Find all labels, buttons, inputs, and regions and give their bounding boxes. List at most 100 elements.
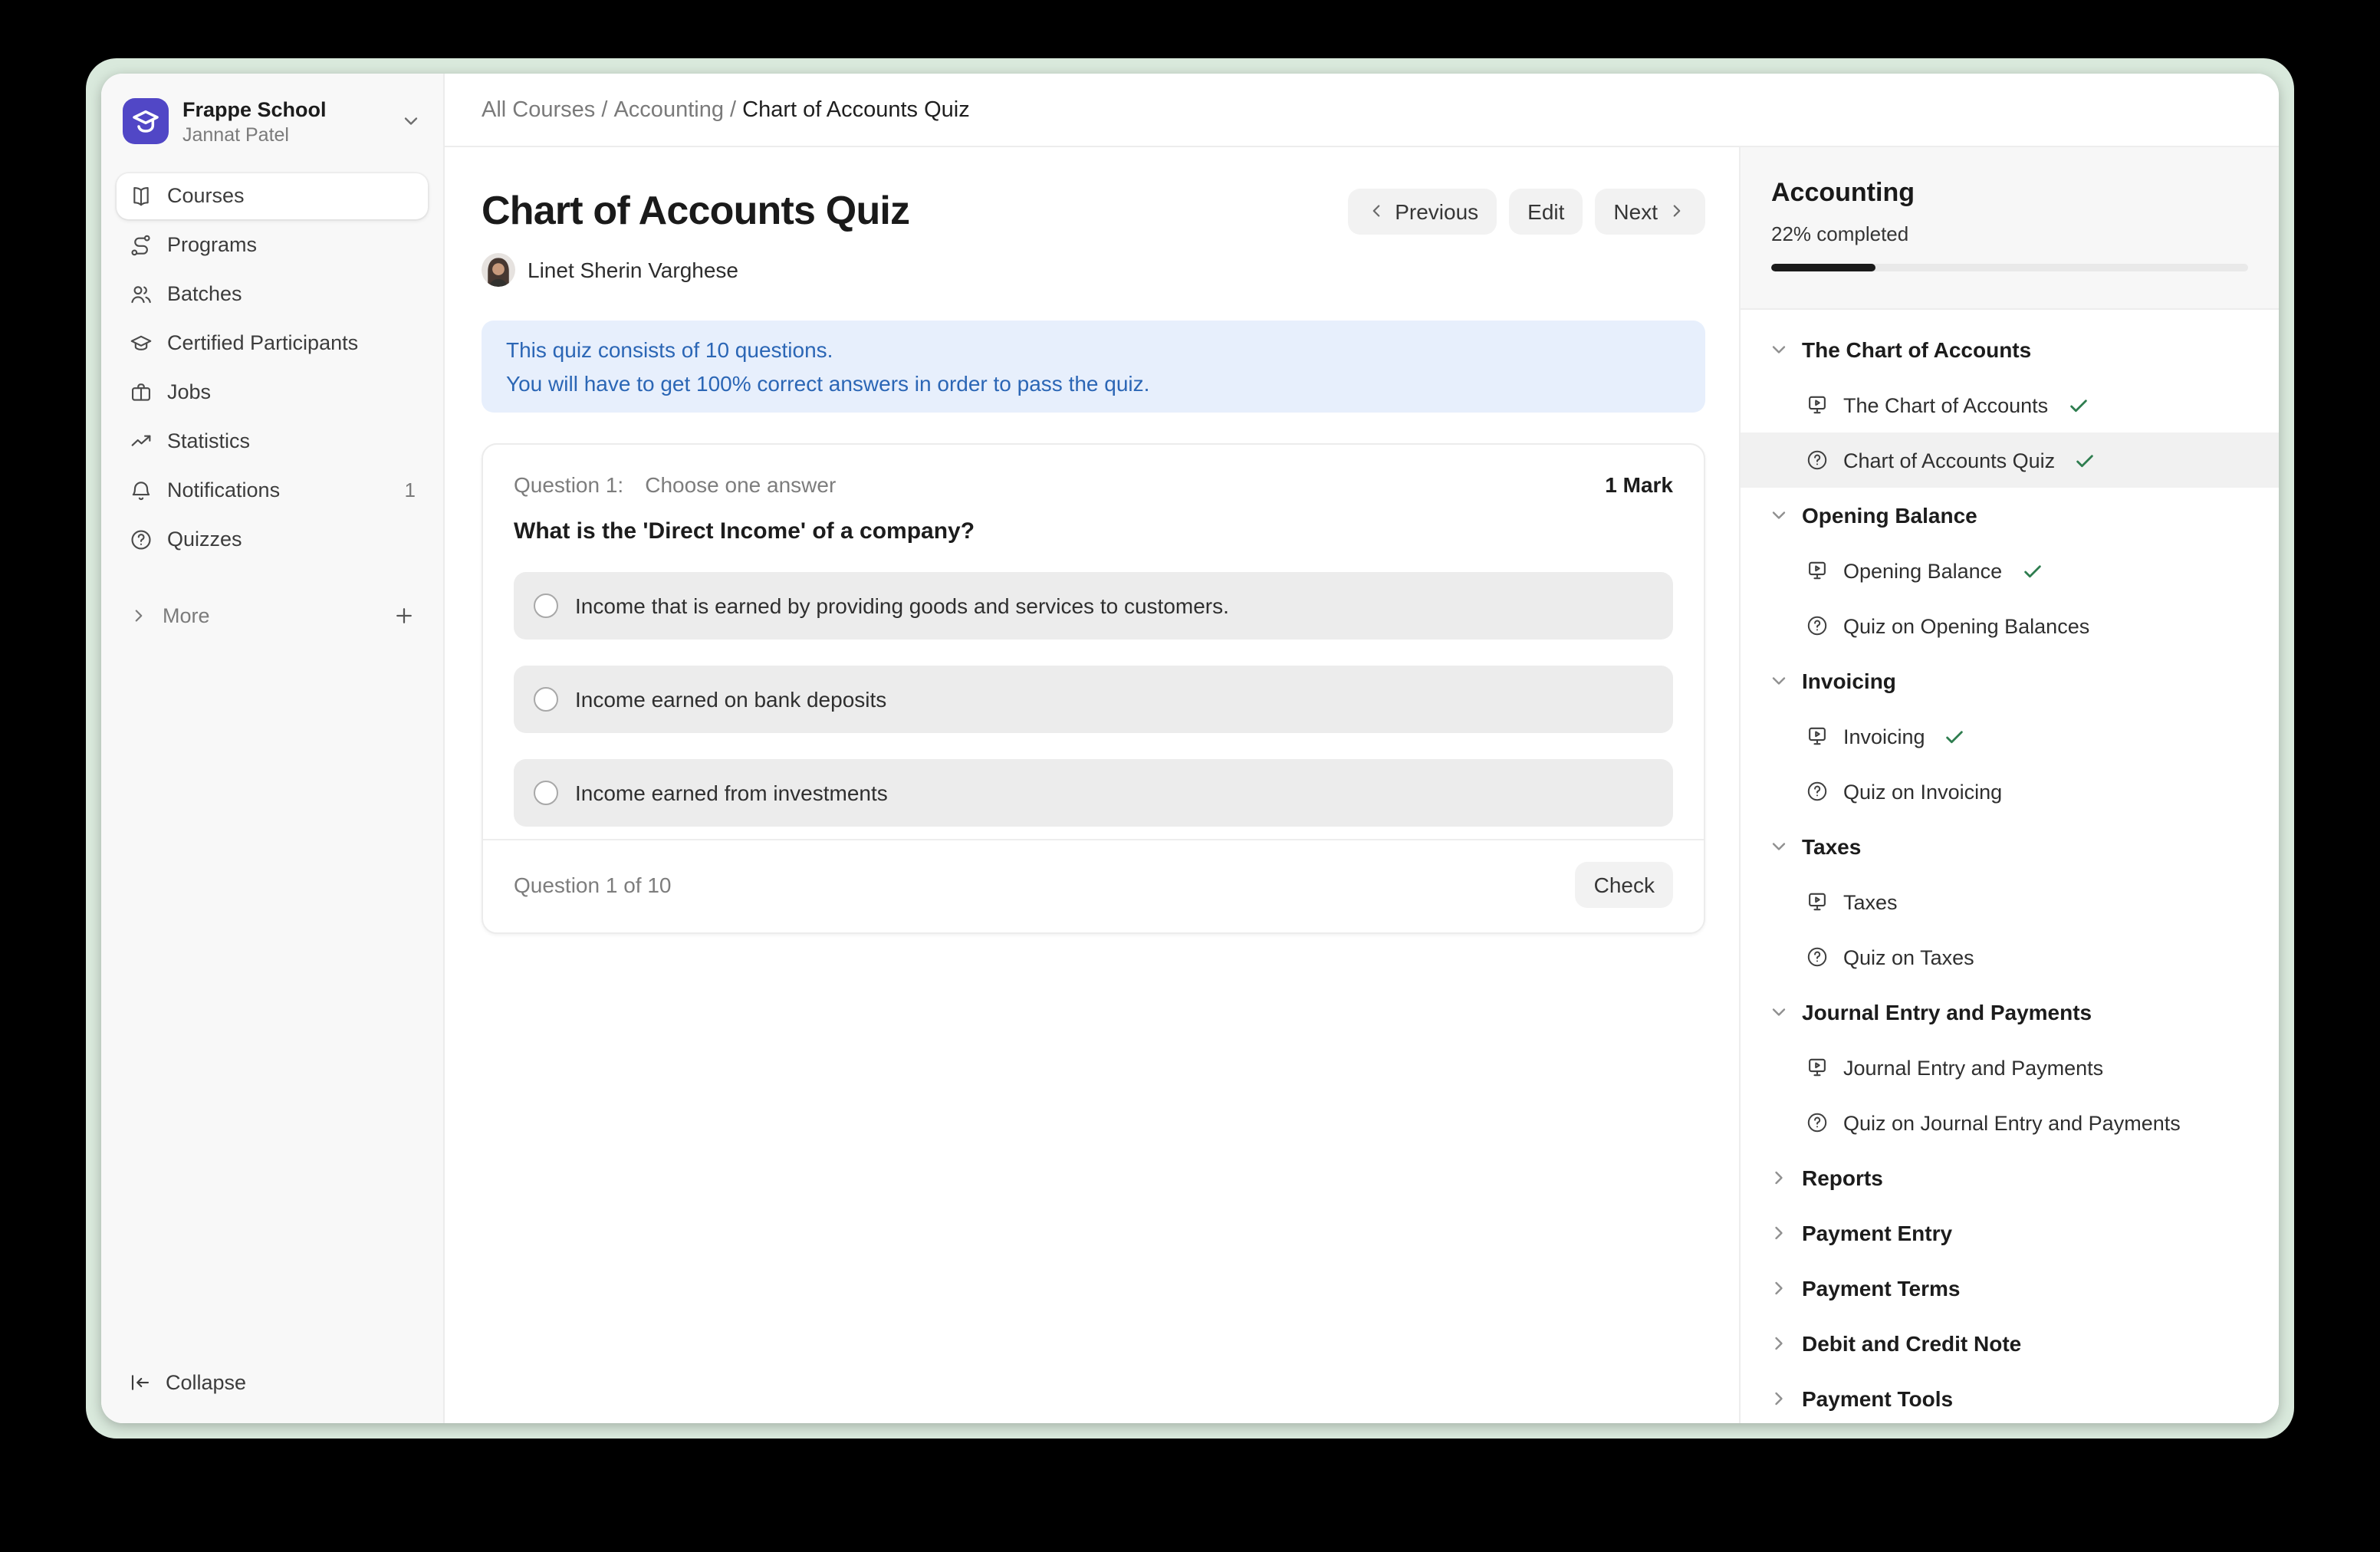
answer-option-label: Income earned on bank deposits: [575, 687, 886, 712]
chevron-right-icon: [1768, 1333, 1790, 1354]
trend-up-icon: [129, 429, 153, 454]
notification-count-badge: 1: [405, 479, 416, 502]
question-marks: 1 Mark: [1605, 472, 1673, 497]
previous-button[interactable]: Previous: [1347, 188, 1497, 234]
sidebar-item-batches[interactable]: Batches: [117, 271, 428, 317]
chevron-down-icon[interactable]: [400, 111, 422, 133]
plus-icon[interactable]: [393, 605, 416, 628]
workspace-user: Jannat Patel: [182, 123, 327, 146]
outline-section-journal-entry-and-payments[interactable]: Journal Entry and Payments: [1741, 985, 2279, 1040]
users-icon: [129, 282, 153, 307]
breadcrumb: All Courses / Accounting / Chart of Acco…: [445, 74, 2279, 147]
sidebar-item-more[interactable]: More: [117, 594, 428, 640]
quiz-circle-icon: [1805, 1110, 1829, 1135]
radio-button[interactable]: [534, 781, 558, 805]
monitor-play-icon: [1805, 1055, 1829, 1080]
course-outline-list: The Chart of Accounts The Chart of Accoun…: [1741, 310, 2279, 1423]
more-label: More: [163, 605, 210, 628]
check-button[interactable]: Check: [1576, 862, 1673, 908]
outline-section-reports[interactable]: Reports: [1741, 1150, 2279, 1205]
collapse-sidebar-button[interactable]: Collapse: [117, 1359, 428, 1405]
chevron-right-icon: [129, 607, 149, 626]
outline-item-quiz-on-opening-balances[interactable]: Quiz on Opening Balances: [1741, 598, 2279, 653]
outline-item-taxes[interactable]: Taxes: [1741, 874, 2279, 929]
chevron-down-icon: [1768, 1001, 1790, 1023]
app-window: Frappe School Jannat Patel Courses Progra…: [101, 74, 2279, 1423]
answer-option-3[interactable]: Income earned from investments: [514, 759, 1673, 827]
answer-option-1[interactable]: Income that is earned by providing goods…: [514, 572, 1673, 640]
outline-item-label: Quiz on Journal Entry and Payments: [1843, 1111, 2181, 1134]
chevron-right-icon: [1667, 201, 1687, 221]
course-progress-fill: [1771, 264, 1876, 271]
breadcrumb-accounting[interactable]: Accounting: [613, 97, 724, 122]
sidebar-item-label: Notifications: [167, 479, 280, 502]
route-icon: [129, 233, 153, 258]
edit-button[interactable]: Edit: [1509, 188, 1583, 234]
breadcrumb-current: Chart of Accounts Quiz: [742, 97, 970, 122]
radio-button[interactable]: [534, 687, 558, 712]
breadcrumb-all-courses[interactable]: All Courses: [482, 97, 595, 122]
quiz-circle-icon: [1805, 945, 1829, 969]
quiz-circle-icon: [1805, 779, 1829, 804]
sidebar-item-label: Statistics: [167, 430, 250, 453]
workspace-title: Frappe School: [182, 98, 327, 122]
answer-option-label: Income earned from investments: [575, 781, 888, 805]
outline-section-title: Journal Entry and Payments: [1802, 1000, 2092, 1024]
outline-item-opening-balance[interactable]: Opening Balance: [1741, 543, 2279, 598]
outline-item-quiz-on-taxes[interactable]: Quiz on Taxes: [1741, 929, 2279, 985]
sidebar-nav: Courses Programs Batches Certified Particip…: [117, 173, 428, 566]
sidebar-item-label: Batches: [167, 283, 242, 306]
outline-item-label: The Chart of Accounts: [1843, 393, 2048, 416]
outline-item-invoicing[interactable]: Invoicing: [1741, 709, 2279, 764]
course-title: Accounting: [1771, 178, 2248, 209]
frappe-school-logo: [123, 99, 169, 145]
radio-button[interactable]: [534, 594, 558, 618]
monitor-play-icon: [1805, 889, 1829, 914]
sidebar-item-label: Programs: [167, 234, 257, 257]
sidebar-item-courses[interactable]: Courses: [117, 173, 428, 219]
sidebar-item-programs[interactable]: Programs: [117, 222, 428, 268]
sidebar-item-label: Courses: [167, 185, 245, 208]
outline-item-label: Quiz on Invoicing: [1843, 780, 2002, 803]
outline-item-label: Journal Entry and Payments: [1843, 1056, 2103, 1079]
chevron-down-icon: [1768, 339, 1790, 360]
chevron-down-icon: [1768, 670, 1790, 692]
main-content: Chart of Accounts Quiz Previous Edit: [445, 147, 1739, 1423]
monitor-play-icon: [1805, 724, 1829, 748]
notice-line: You will have to get 100% correct answer…: [506, 367, 1681, 400]
outline-item-the-chart-of-accounts[interactable]: The Chart of Accounts: [1741, 377, 2279, 432]
outline-item-quiz-on-journal-entry-and-payments[interactable]: Quiz on Journal Entry and Payments: [1741, 1095, 2279, 1150]
outline-section-the-chart-of-accounts[interactable]: The Chart of Accounts: [1741, 322, 2279, 377]
outline-item-journal-entry-and-payments[interactable]: Journal Entry and Payments: [1741, 1040, 2279, 1095]
author-name: Linet Sherin Varghese: [528, 258, 738, 282]
sidebar-item-quizzes[interactable]: Quizzes: [117, 517, 428, 563]
answer-option-2[interactable]: Income earned on bank deposits: [514, 666, 1673, 733]
chevron-right-icon: [1768, 1277, 1790, 1299]
workspace-switcher[interactable]: Frappe School Jannat Patel: [117, 92, 428, 146]
sidebar-item-notifications[interactable]: Notifications 1: [117, 468, 428, 514]
outline-section-invoicing[interactable]: Invoicing: [1741, 653, 2279, 709]
outline-section-payment-entry[interactable]: Payment Entry: [1741, 1205, 2279, 1261]
outline-item-chart-of-accounts-quiz[interactable]: Chart of Accounts Quiz: [1741, 432, 2279, 488]
outline-item-quiz-on-invoicing[interactable]: Quiz on Invoicing: [1741, 764, 2279, 819]
notice-line: This quiz consists of 10 questions.: [506, 333, 1681, 367]
sidebar-item-jobs[interactable]: Jobs: [117, 370, 428, 416]
collapse-label: Collapse: [166, 1370, 246, 1393]
sidebar-item-certified-participants[interactable]: Certified Participants: [117, 321, 428, 367]
next-button[interactable]: Next: [1595, 188, 1705, 234]
outline-section-title: Reports: [1802, 1166, 1883, 1190]
outline-section-taxes[interactable]: Taxes: [1741, 819, 2279, 874]
page-title: Chart of Accounts Quiz: [482, 187, 909, 235]
outline-section-debit-and-credit-note[interactable]: Debit and Credit Note: [1741, 1316, 2279, 1371]
sidebar-item-statistics[interactable]: Statistics: [117, 419, 428, 465]
outline-section-title: Payment Tools: [1802, 1386, 1953, 1411]
monitor-play-icon: [1805, 393, 1829, 417]
outline-section-opening-balance[interactable]: Opening Balance: [1741, 488, 2279, 543]
avatar: [482, 253, 515, 287]
outline-section-title: The Chart of Accounts: [1802, 337, 2031, 362]
outline-item-label: Invoicing: [1843, 725, 1925, 748]
book-open-icon: [129, 184, 153, 209]
outline-section-payment-terms[interactable]: Payment Terms: [1741, 1261, 2279, 1316]
chevron-down-icon: [1768, 505, 1790, 526]
outline-section-payment-tools[interactable]: Payment Tools: [1741, 1371, 2279, 1423]
